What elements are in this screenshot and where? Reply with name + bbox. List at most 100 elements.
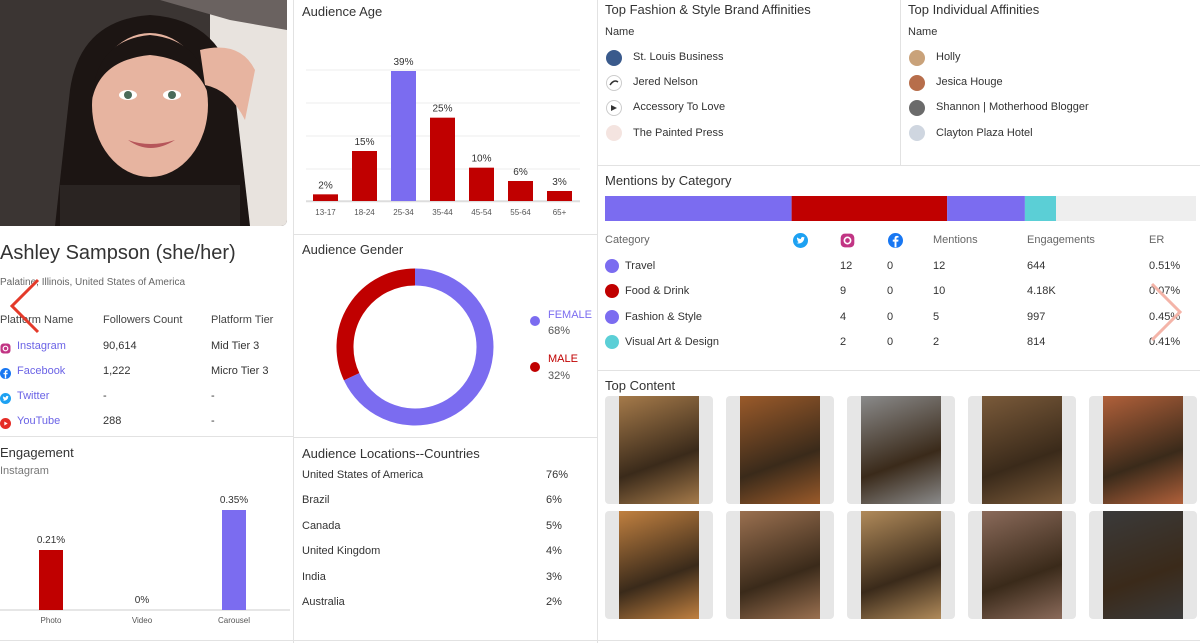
top-content-title: Top Content — [605, 378, 676, 393]
country-pct: 4% — [546, 545, 562, 557]
mentions-bar-segment — [947, 196, 1025, 221]
brand-name: Jered Nelson — [633, 76, 698, 88]
instagram-icon — [840, 233, 855, 253]
age-tick-label: 35-44 — [432, 208, 453, 217]
legend-value-male: 32% — [548, 370, 571, 382]
engagement-chart: 0.21% Photo 0% Video 0.35% Carousel — [0, 495, 290, 625]
platform-link-twitter[interactable]: Twitter — [17, 390, 49, 402]
individual-name-header: Name — [908, 26, 938, 38]
thumbnail-image — [619, 511, 699, 619]
brand-name: The Painted Press — [633, 127, 724, 139]
content-thumbnail[interactable] — [605, 511, 713, 619]
content-thumbnail[interactable] — [968, 396, 1076, 504]
thumbnail-image — [861, 511, 941, 619]
category-engagements: 997 — [1027, 311, 1046, 323]
country-name: United States of America — [302, 469, 424, 481]
individual-name: Clayton Plaza Hotel — [936, 127, 1033, 139]
category-twitter-count: 2 — [840, 336, 847, 348]
content-thumbnail[interactable] — [1089, 396, 1197, 504]
country-name: United Kingdom — [302, 545, 381, 557]
mentions-bar-segment — [605, 196, 792, 221]
category-engagements: 4.18K — [1027, 285, 1056, 297]
content-thumbnail[interactable] — [726, 396, 834, 504]
age-value-label: 6% — [513, 167, 528, 178]
individual-avatar — [909, 50, 925, 66]
followers-count: 288 — [103, 415, 122, 427]
instagram-icon — [0, 341, 11, 354]
followers-count: 90,614 — [103, 340, 137, 352]
age-tick-label: 55-64 — [510, 208, 531, 217]
category-engagements: 814 — [1027, 336, 1046, 348]
audience-gender-donut — [336, 268, 494, 426]
facebook-icon — [888, 233, 903, 253]
twitter-icon — [0, 391, 11, 404]
platform-tier: - — [211, 415, 215, 427]
category-instagram-count: 0 — [887, 311, 894, 323]
thumbnail-image — [861, 396, 941, 504]
individual-name: Shannon | Motherhood Blogger — [936, 101, 1089, 113]
legend-swatch-female — [530, 316, 540, 326]
next-arrow-icon[interactable] — [1148, 280, 1184, 349]
country-name: India — [302, 571, 326, 583]
category-twitter-count: 9 — [840, 285, 847, 297]
profile-photo — [0, 0, 287, 226]
thumbnail-image — [619, 396, 699, 504]
age-bar — [508, 181, 533, 201]
age-value-label: 3% — [552, 177, 567, 188]
individual-avatar — [909, 75, 925, 91]
gender-slice-male — [336, 268, 416, 381]
profile-name: Ashley Sampson (she/her) — [0, 242, 236, 264]
legend-label-female: FEMALE — [548, 309, 593, 321]
individual-avatar — [909, 100, 925, 116]
youtube-icon — [0, 416, 11, 429]
country-name: Australia — [302, 596, 345, 608]
platform-link-facebook[interactable]: Facebook — [17, 365, 65, 377]
audience-gender-title: Audience Gender — [302, 242, 404, 257]
legend-value-female: 68% — [548, 325, 571, 337]
platform-link-youtube[interactable]: YouTube — [17, 415, 60, 427]
thumbnail-image — [740, 396, 820, 504]
platform-tier: - — [211, 390, 215, 402]
thumbnail-image — [740, 511, 820, 619]
content-thumbnail[interactable] — [726, 511, 834, 619]
category-name: Fashion & Style — [625, 311, 703, 323]
category-twitter-count: 4 — [840, 311, 847, 323]
content-thumbnail[interactable] — [1089, 511, 1197, 619]
thumbnail-image — [1103, 396, 1183, 504]
engagements-header: Engagements — [1027, 234, 1095, 246]
content-thumbnail[interactable] — [847, 511, 955, 619]
brand-avatar — [606, 50, 622, 66]
thumbnail-image — [982, 511, 1062, 619]
country-pct: 3% — [546, 571, 562, 583]
engagement-value-label: 0.21% — [37, 535, 65, 546]
thumbnail-image — [982, 396, 1062, 504]
previous-arrow-icon[interactable] — [6, 276, 42, 341]
age-value-label: 25% — [432, 104, 452, 115]
mentions-stacked-bar — [605, 196, 1196, 221]
category-er: 0.51% — [1149, 260, 1181, 272]
engagement-title: Engagement — [0, 445, 74, 460]
country-pct: 6% — [546, 494, 562, 506]
age-tick-label: 45-54 — [471, 208, 492, 217]
individual-name: Jesica Houge — [936, 76, 1003, 88]
platform-tier: Micro Tier 3 — [211, 365, 269, 377]
content-thumbnail[interactable] — [968, 511, 1076, 619]
category-mentions-count: 10 — [933, 285, 946, 297]
category-name: Travel — [625, 260, 656, 272]
category-mentions-count: 2 — [933, 336, 940, 348]
brand-name: St. Louis Business — [633, 51, 724, 63]
category-color-dot — [605, 259, 619, 273]
individual-avatar — [909, 125, 925, 141]
content-thumbnail[interactable] — [847, 396, 955, 504]
age-value-label: 2% — [318, 180, 333, 191]
country-pct: 76% — [546, 469, 569, 481]
platform-tier: Mid Tier 3 — [211, 340, 260, 352]
country-pct: 2% — [546, 596, 562, 608]
age-value-label: 39% — [393, 57, 413, 68]
age-bar — [547, 191, 572, 201]
category-instagram-count: 0 — [887, 336, 894, 348]
content-thumbnail[interactable] — [605, 396, 713, 504]
platform-link-instagram[interactable]: Instagram — [17, 340, 66, 352]
country-pct: 5% — [546, 520, 562, 532]
country-name: Brazil — [302, 494, 330, 506]
